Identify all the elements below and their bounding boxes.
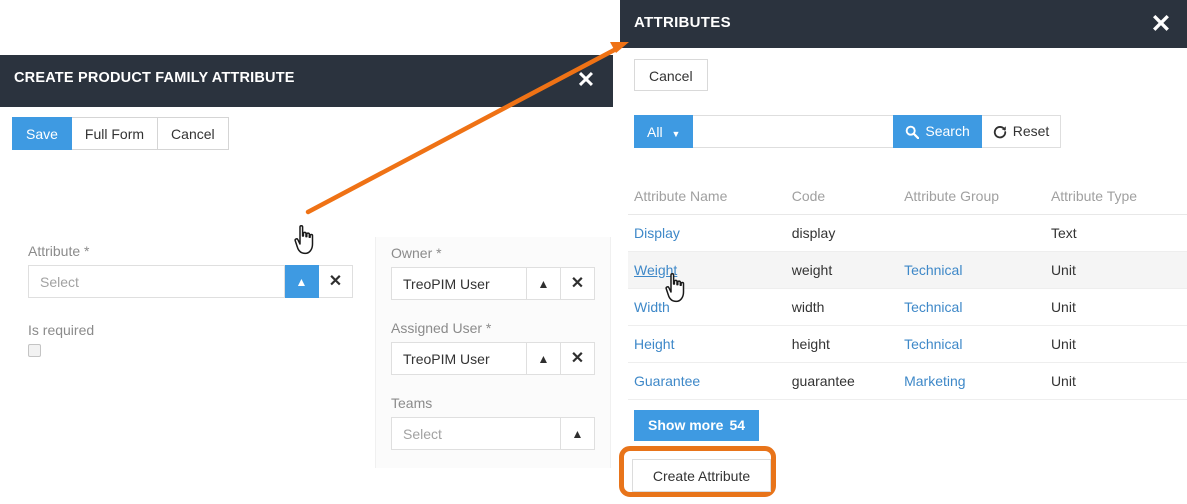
cell-attribute-group: Technical [898,325,1045,363]
attribute-name-link[interactable]: Width [634,299,670,315]
assigned-user-clear-icon[interactable]: ✕ [561,342,595,375]
cell-attribute-type: Unit [1044,325,1187,363]
attribute-group-link[interactable]: Technical [904,336,962,352]
attribute-name-link[interactable]: Guarantee [634,373,700,389]
cancel-button[interactable]: Cancel [158,117,229,150]
search-button[interactable]: Search [893,115,982,148]
search-input[interactable] [693,115,894,148]
close-icon[interactable]: ✕ [571,65,601,95]
cell-attribute-type: Unit [1044,251,1187,289]
attribute-group-link[interactable]: Technical [904,299,962,315]
assigned-user-select-input[interactable]: TreoPIM User [391,342,527,375]
assigned-user-field-label: Assigned User * [391,320,492,336]
table-row[interactable]: Width width Technical Unit [628,288,1187,326]
cell-attribute-type: Text [1044,214,1187,252]
search-button-label: Search [925,123,970,139]
table-row[interactable]: Weight weight Technical Unit [628,251,1187,289]
attribute-field-row: Select ▲ ✕ [28,265,353,298]
teams-field-row: Select ▲ [391,417,595,450]
show-more-count: 54 [729,417,746,433]
save-button[interactable]: Save [12,117,72,150]
modal-action-buttons: Save Full Form Cancel [12,117,229,150]
form-column-left: Attribute * Select ▲ ✕ Is required [28,243,353,357]
cell-code: weight [785,251,899,289]
attributes-table: Attribute Name Code Attribute Group Attr… [628,178,1187,400]
cell-attribute-group: Marketing [898,362,1045,400]
close-icon[interactable]: ✕ [1145,9,1177,41]
cell-attribute-type: Unit [1044,288,1187,326]
panel-cancel-button[interactable]: Cancel [634,59,708,91]
search-scope-label: All [647,124,663,140]
create-product-family-attribute-modal: CREATE PRODUCT FAMILY ATTRIBUTE ✕ Save F… [0,55,613,504]
attribute-name-link[interactable]: Height [634,336,674,352]
modal-form: Attribute * Select ▲ ✕ Is required Owner… [0,175,613,468]
cell-attribute-name: Width [628,288,786,326]
attribute-group-link[interactable]: Technical [904,262,962,278]
refresh-icon [993,125,1006,138]
assigned-user-field-row: TreoPIM User ▲ ✕ [391,342,595,375]
create-attribute-highlight-ring: Create Attribute [619,446,776,497]
attribute-name-link[interactable]: Weight [634,262,677,278]
create-attribute-button[interactable]: Create Attribute [632,459,771,492]
column-header-code[interactable]: Code [785,178,899,215]
owner-field-row: TreoPIM User ▲ ✕ [391,267,595,300]
cell-attribute-type: Unit [1044,362,1187,400]
magnifier-icon [906,125,920,139]
column-header-attribute-name[interactable]: Attribute Name [628,178,786,215]
attribute-name-link[interactable]: Display [634,225,680,241]
reset-button-label: Reset [1012,123,1050,139]
search-bar: All ▼ Search Reset [634,115,1062,148]
attributes-panel-header: ATTRIBUTES ✕ [620,0,1187,48]
cell-code: guarantee [785,362,899,400]
owner-select-input[interactable]: TreoPIM User [391,267,527,300]
cell-code: display [785,214,899,252]
cell-attribute-name: Display [628,214,786,252]
cell-attribute-group: Technical [898,288,1045,326]
owner-select-chevron[interactable]: ▲ [527,267,561,300]
cell-code: width [785,288,899,326]
modal-header: CREATE PRODUCT FAMILY ATTRIBUTE ✕ [0,55,613,107]
show-more-label: Show more [648,417,724,433]
show-more-button[interactable]: Show more 54 [634,410,760,441]
cell-attribute-name: Guarantee [628,362,786,400]
cell-attribute-group: Technical [898,251,1045,289]
table-row[interactable]: Height height Technical Unit [628,325,1187,363]
attribute-select-input[interactable]: Select [28,265,285,298]
owner-field-label: Owner * [391,245,442,261]
modal-title: CREATE PRODUCT FAMILY ATTRIBUTE [14,70,295,86]
is-required-label: Is required [28,322,95,338]
table-header-row: Attribute Name Code Attribute Group Attr… [628,178,1187,215]
cell-attribute-group [898,214,1045,252]
attribute-select-chevron[interactable]: ▲ [285,265,319,298]
attribute-field-label: Attribute * [28,243,90,259]
attribute-group-link[interactable]: Marketing [904,373,965,389]
column-header-attribute-type[interactable]: Attribute Type [1044,178,1187,215]
attributes-panel-title: ATTRIBUTES [634,14,731,31]
table-row[interactable]: Guarantee guarantee Marketing Unit [628,362,1187,400]
cell-attribute-name: Weight [628,251,786,289]
table-row[interactable]: Display display Text [628,214,1187,252]
cell-code: height [785,325,899,363]
attribute-clear-icon[interactable]: ✕ [319,265,353,298]
reset-button[interactable]: Reset [981,115,1062,148]
teams-select-chevron[interactable]: ▲ [561,417,595,450]
owner-clear-icon[interactable]: ✕ [561,267,595,300]
teams-select-input[interactable]: Select [391,417,561,450]
assigned-user-select-chevron[interactable]: ▲ [527,342,561,375]
search-scope-dropdown[interactable]: All ▼ [634,115,694,148]
cell-attribute-name: Height [628,325,786,363]
is-required-checkbox[interactable] [28,344,41,357]
caret-down-icon: ▼ [671,129,681,139]
teams-field-label: Teams [391,395,433,411]
form-column-right: Owner * TreoPIM User ▲ ✕ Assigned User *… [375,237,611,468]
full-form-button[interactable]: Full Form [71,117,159,150]
column-header-attribute-group[interactable]: Attribute Group [898,178,1045,215]
